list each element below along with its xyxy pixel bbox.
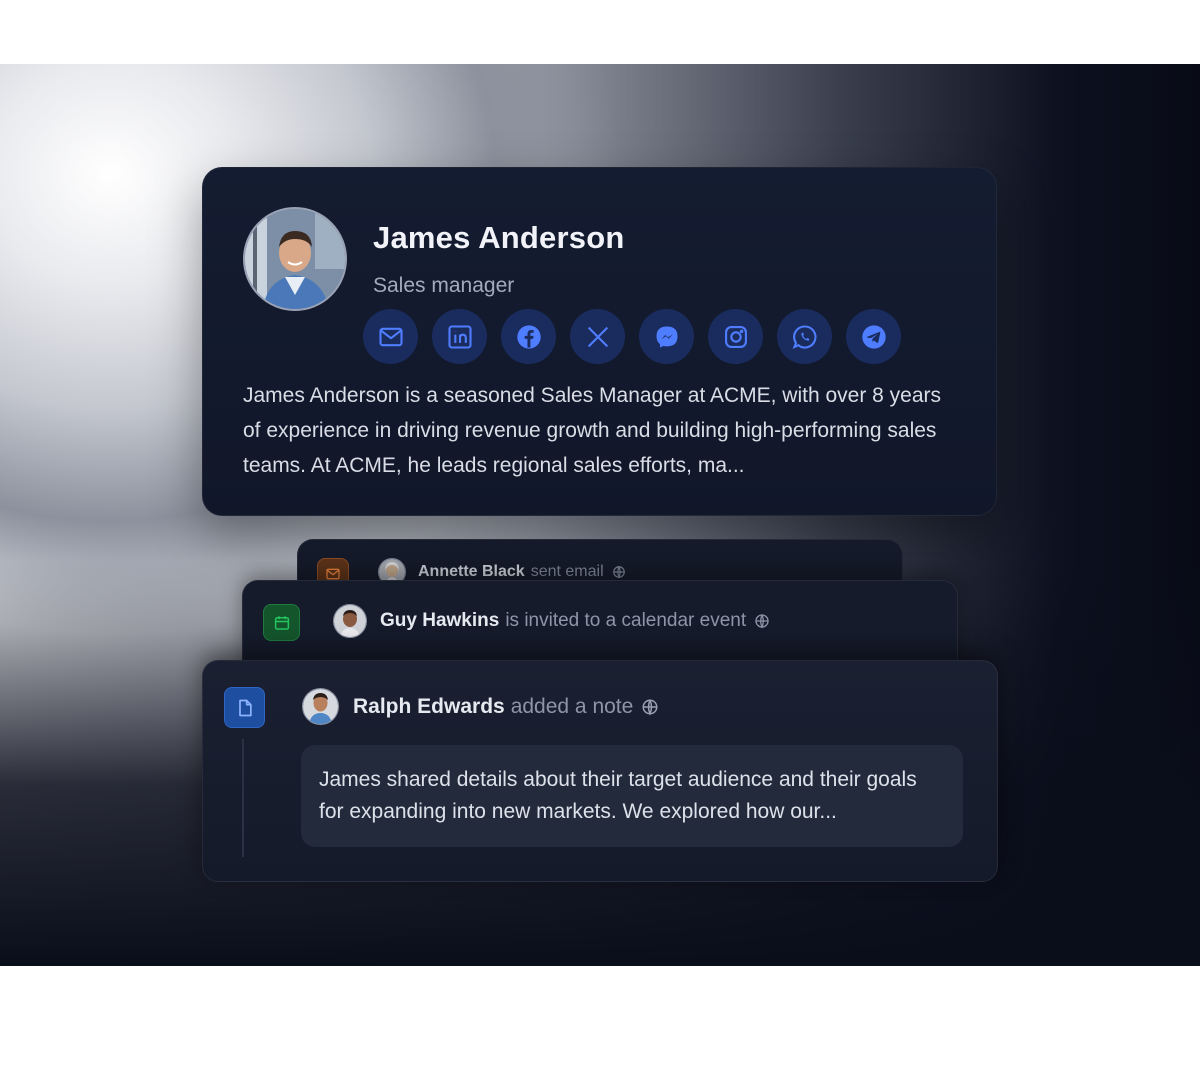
- telegram-button[interactable]: [846, 309, 901, 364]
- facebook-icon: [516, 324, 541, 349]
- actor-name[interactable]: Guy Hawkins: [380, 610, 499, 632]
- x-icon: [587, 326, 608, 347]
- calendar-icon: [274, 615, 289, 630]
- x-button[interactable]: [570, 309, 625, 364]
- telegram-icon: [861, 324, 886, 349]
- messenger-button[interactable]: [639, 309, 694, 364]
- note-text: James shared details about their target …: [319, 768, 917, 823]
- globe-icon: [754, 613, 770, 629]
- actor-name[interactable]: Annette Black: [418, 563, 525, 581]
- whatsapp-icon: [792, 324, 816, 349]
- instagram-button[interactable]: [708, 309, 763, 364]
- calendar-type-badge: [263, 604, 300, 641]
- note-content: James shared details about their target …: [301, 745, 963, 847]
- facebook-button[interactable]: [501, 309, 556, 364]
- whatsapp-button[interactable]: [777, 309, 832, 364]
- linkedin-button[interactable]: [432, 309, 487, 364]
- globe-icon: [612, 565, 626, 579]
- actor-name[interactable]: Ralph Edwards: [353, 695, 505, 719]
- email-icon: [378, 327, 403, 346]
- activity-row: Guy Hawkins is invited to a calendar eve…: [333, 604, 770, 638]
- profile-name: James Anderson: [373, 220, 625, 255]
- profile-role: Sales manager: [373, 274, 515, 297]
- activity-action: sent email: [530, 563, 604, 580]
- timeline-line: [242, 739, 244, 857]
- note-type-badge: [224, 687, 265, 728]
- avatar: [333, 604, 367, 638]
- note-icon: [238, 699, 252, 716]
- linkedin-icon: [447, 324, 472, 349]
- avatar: [243, 207, 347, 311]
- activity-action: is invited to a calendar event: [505, 610, 747, 631]
- profile-bio: James Anderson is a seasoned Sales Manag…: [243, 384, 942, 477]
- globe-icon: [641, 698, 659, 716]
- activity-action: added a note: [510, 694, 634, 718]
- activity-row: Ralph Edwards added a note: [302, 688, 659, 725]
- profile-card: James Anderson Sales manager James Ander…: [202, 167, 997, 516]
- activity-card-note: Ralph Edwards added a note James shared …: [202, 660, 998, 882]
- messenger-icon: [656, 326, 677, 347]
- instagram-icon: [724, 325, 747, 348]
- email-button[interactable]: [363, 309, 418, 364]
- social-links: [363, 309, 901, 364]
- avatar: [302, 688, 339, 725]
